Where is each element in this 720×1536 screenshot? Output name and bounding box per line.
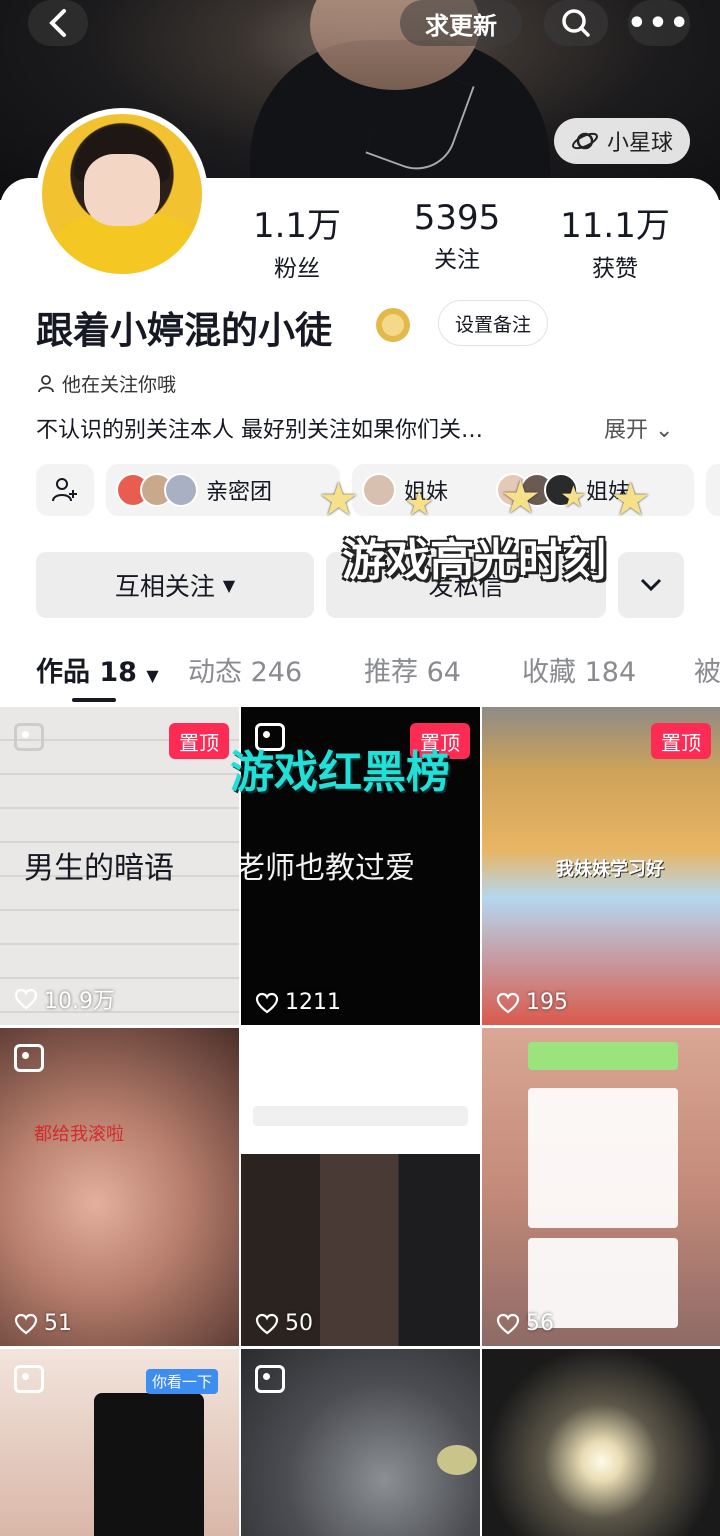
expand-bio-button[interactable]: 展开 ⌄ xyxy=(604,412,673,444)
video-tile[interactable]: 都给我滚啦 51 xyxy=(0,1028,239,1346)
profile-screen: 求更新 ••• 小星球 1.1万 粉丝 5395 关注 11.1万 获赞 跟着小… xyxy=(0,0,720,1536)
like-count: 10.9万 xyxy=(14,983,115,1015)
stat-following-number: 5395 xyxy=(413,198,501,238)
set-remark-button[interactable]: 设置备注 xyxy=(438,300,548,346)
video-tile[interactable]: 你看一下 xyxy=(0,1349,239,1536)
image-post-icon xyxy=(14,723,44,751)
mutual-follow-label: 互相关注 xyxy=(114,572,215,601)
heart-icon xyxy=(496,992,520,1013)
add-friend-chip[interactable] xyxy=(36,464,94,516)
like-count: 56 xyxy=(496,1311,554,1336)
member-avatar xyxy=(362,473,396,507)
planet-label: 小星球 xyxy=(606,131,673,156)
tab-works[interactable]: 作品 18 ▼ xyxy=(36,650,159,689)
tile-caption: 都给我滚啦 xyxy=(34,1124,124,1145)
caret-down-icon: ▼ xyxy=(222,575,236,595)
follow-note: 他在关注你哦 xyxy=(36,370,176,397)
heart-icon xyxy=(255,992,279,1013)
content-tabs: 作品 18 ▼ 动态 246 推荐 64 收藏 184 被 xyxy=(0,640,720,700)
stat-likes-number: 11.1万 xyxy=(560,206,670,246)
back-button[interactable] xyxy=(28,0,88,46)
stat-fans-label: 粉丝 xyxy=(274,256,320,282)
tab-moments[interactable]: 动态 246 xyxy=(188,650,302,689)
search-button[interactable] xyxy=(544,0,608,46)
tab-underline xyxy=(72,698,116,702)
like-count: 1211 xyxy=(255,990,341,1015)
sparkle-icon: ★ xyxy=(610,472,652,526)
game-highlight-sticker: 游戏高光时刻 xyxy=(342,535,606,586)
video-tile[interactable]: 56 xyxy=(482,1028,720,1346)
video-tile[interactable]: 置顶 男生的暗语 10.9万 xyxy=(0,707,239,1025)
add-person-icon xyxy=(52,478,77,502)
image-post-icon xyxy=(255,1044,285,1072)
stat-following-label: 关注 xyxy=(434,247,480,273)
chip-more[interactable] xyxy=(706,464,720,516)
search-icon xyxy=(562,9,590,37)
image-post-icon xyxy=(255,1365,285,1393)
verified-badge-icon[interactable] xyxy=(376,308,410,342)
tab-favorites[interactable]: 收藏 184 xyxy=(522,650,636,689)
person-icon xyxy=(38,374,54,392)
tile-caption: 男生的暗语 xyxy=(24,851,174,886)
tab-partial[interactable]: 被 xyxy=(694,650,720,689)
chevron-down-icon: ⌄ xyxy=(655,418,674,443)
expand-label: 展开 xyxy=(604,418,649,443)
request-update-button[interactable]: 求更新 xyxy=(400,0,522,46)
like-count: 50 xyxy=(255,1311,313,1336)
tab-recommend[interactable]: 推荐 64 xyxy=(364,650,461,689)
heart-icon xyxy=(14,988,38,1010)
stat-fans-number: 1.1万 xyxy=(252,206,342,246)
sparkle-icon: ★ xyxy=(318,472,360,526)
tile-caption: 我妹妹学习好 xyxy=(556,859,664,880)
pinned-badge: 置顶 xyxy=(169,723,229,759)
chevron-down-icon xyxy=(640,578,662,592)
heart-icon xyxy=(496,1313,520,1334)
chevron-left-icon xyxy=(49,9,66,37)
heart-icon xyxy=(255,1313,279,1334)
avatar[interactable] xyxy=(36,108,208,280)
sparkle-icon: ★ xyxy=(560,480,587,515)
bio-text: 不认识的别关注本人 最好别关注如果你们关… xyxy=(36,418,483,443)
planet-icon xyxy=(572,132,598,150)
sparkle-icon: ★ xyxy=(500,470,542,524)
planet-button[interactable]: 小星球 xyxy=(554,118,690,164)
more-button[interactable]: ••• xyxy=(627,0,691,46)
heart-icon xyxy=(14,1313,38,1334)
video-tile[interactable]: 置顶 我妹妹学习好 195 xyxy=(482,707,720,1025)
more-dots-icon: ••• xyxy=(627,5,691,41)
expand-recommend-button[interactable] xyxy=(618,552,684,618)
chip-close-group-label: 亲密团 xyxy=(206,480,273,505)
sparkle-icon: ★ xyxy=(404,484,435,524)
red-black-list-sticker: 游戏红黑榜 xyxy=(230,747,450,798)
chip-close-group[interactable]: 亲密团 xyxy=(106,464,340,516)
video-tile[interactable] xyxy=(482,1349,720,1536)
like-count: 195 xyxy=(496,990,568,1015)
profile-name: 跟着小婷混的小徒 xyxy=(36,309,332,352)
image-post-icon xyxy=(14,1365,44,1393)
stat-fans[interactable]: 1.1万 粉丝 xyxy=(222,198,372,283)
member-avatar xyxy=(164,473,198,507)
follow-note-text: 他在关注你哦 xyxy=(62,374,177,396)
image-post-icon xyxy=(14,1044,44,1072)
like-count: 51 xyxy=(14,1311,72,1336)
caret-down-icon: ▼ xyxy=(146,666,159,685)
pinned-badge: 置顶 xyxy=(651,723,711,759)
tile-caption: 你看一下 xyxy=(146,1369,219,1394)
tile-caption: 老师也教过爱 xyxy=(241,851,415,886)
video-tile[interactable] xyxy=(241,1349,480,1536)
stat-likes-label: 获赞 xyxy=(592,256,638,282)
stat-following[interactable]: 5395 关注 xyxy=(382,198,532,274)
stat-likes[interactable]: 11.1万 获赞 xyxy=(540,198,690,283)
video-tile[interactable]: 50 xyxy=(241,1028,480,1346)
mutual-follow-button[interactable]: 互相关注 ▼ xyxy=(36,552,314,618)
